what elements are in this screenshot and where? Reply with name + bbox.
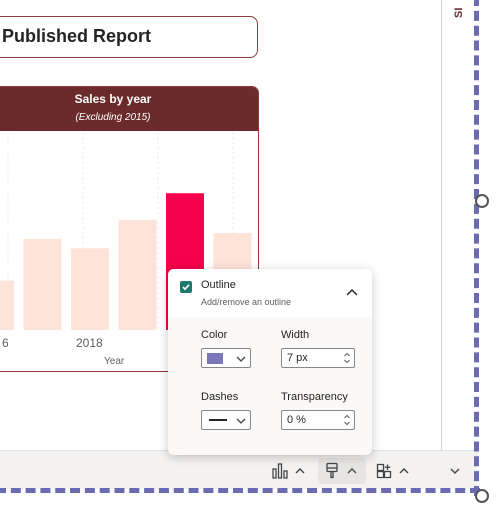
x-tick-label: 2018 xyxy=(76,336,103,350)
chevron-up-icon[interactable] xyxy=(292,460,308,482)
dashes-label: Dashes xyxy=(201,391,239,403)
selection-border-bottom xyxy=(0,488,480,493)
checkmark-icon xyxy=(182,284,190,291)
chevron-down-icon xyxy=(236,418,246,424)
chevron-up-icon[interactable] xyxy=(344,460,360,482)
bar[interactable] xyxy=(23,238,62,330)
resize-handle[interactable] xyxy=(475,489,489,503)
bar-chart-icon[interactable] xyxy=(270,460,290,482)
color-label: Color xyxy=(201,329,228,341)
chart-title: Sales by year xyxy=(74,92,152,106)
spinner-icon[interactable] xyxy=(343,351,351,365)
color-swatch xyxy=(207,353,223,364)
chart-header: Sales by year (Excluding 2015) xyxy=(0,87,258,131)
chevron-down-icon xyxy=(236,356,246,362)
resize-handle[interactable] xyxy=(475,194,489,208)
paint-brush-icon[interactable] xyxy=(323,460,341,482)
spinner-icon[interactable] xyxy=(343,413,351,427)
width-label: Width xyxy=(281,329,310,341)
dashes-picker[interactable] xyxy=(201,410,251,430)
report-title: Published Report xyxy=(2,26,152,46)
color-picker[interactable] xyxy=(201,348,251,368)
bar[interactable] xyxy=(71,248,109,330)
bar[interactable] xyxy=(118,219,157,330)
side-panel-tab[interactable]: SI xyxy=(453,0,465,18)
outline-label: Outline xyxy=(201,279,236,291)
bar[interactable] xyxy=(0,280,14,330)
chevron-down-icon[interactable] xyxy=(446,460,464,482)
transparency-stepper[interactable]: 0 % xyxy=(281,410,355,430)
width-stepper[interactable]: 7 px xyxy=(281,348,355,368)
x-axis-label: Year xyxy=(104,356,125,367)
chevron-up-icon xyxy=(346,289,358,296)
width-value: 7 px xyxy=(287,352,308,364)
chart-subtitle: (Excluding 2015) xyxy=(75,112,151,123)
outline-settings-popup: Outline Add/remove an outline Color Widt… xyxy=(168,269,372,455)
selection-border-right xyxy=(474,0,479,496)
panel-divider xyxy=(441,0,442,456)
transparency-label: Transparency xyxy=(281,391,348,403)
outline-header xyxy=(168,269,372,317)
analytics-icon[interactable] xyxy=(375,460,393,482)
x-tick-label: 6 xyxy=(2,336,9,350)
collapse-button[interactable] xyxy=(344,285,360,301)
dash-style-line xyxy=(209,419,227,421)
transparency-value: 0 % xyxy=(287,414,306,426)
outline-description: Add/remove an outline xyxy=(201,297,292,307)
chevron-up-icon[interactable] xyxy=(396,460,412,482)
outline-checkbox[interactable] xyxy=(180,281,192,293)
